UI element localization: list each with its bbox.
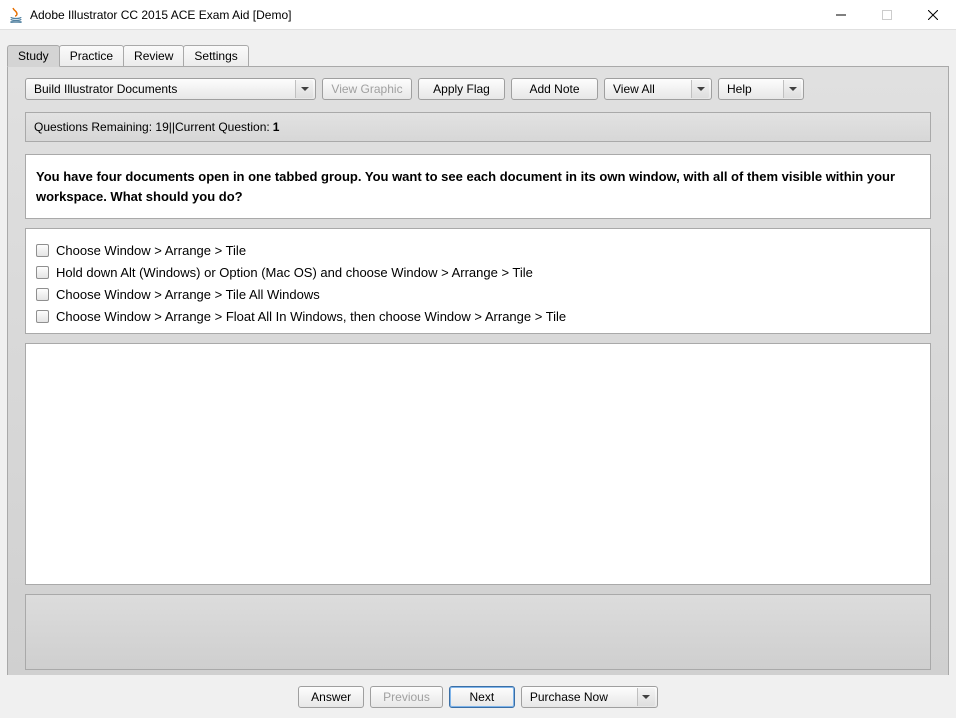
help-value: Help — [727, 82, 752, 96]
minimize-button[interactable] — [818, 0, 864, 30]
window-title: Adobe Illustrator CC 2015 ACE Exam Aid [… — [30, 8, 818, 22]
answer-label: Choose Window > Arrange > Tile — [56, 243, 246, 258]
current-value: 1 — [273, 120, 280, 134]
chevron-down-icon — [783, 80, 801, 98]
checkbox-icon[interactable] — [36, 310, 49, 323]
answer-label: Choose Window > Arrange > Tile All Windo… — [56, 287, 320, 302]
tab-review[interactable]: Review — [123, 45, 184, 66]
checkbox-icon[interactable] — [36, 288, 49, 301]
previous-button: Previous — [370, 686, 443, 708]
apply-flag-button[interactable]: Apply Flag — [418, 78, 505, 100]
view-graphic-button: View Graphic — [322, 78, 412, 100]
remaining-value: 19 — [155, 120, 168, 134]
title-bar: Adobe Illustrator CC 2015 ACE Exam Aid [… — [0, 0, 956, 30]
status-strip: Questions Remaining: 19 || Current Quest… — [25, 112, 931, 142]
answer-option[interactable]: Choose Window > Arrange > Float All In W… — [36, 305, 920, 327]
answers-box: Choose Window > Arrange > Tile Hold down… — [25, 228, 931, 334]
topic-dropdown[interactable]: Build Illustrator Documents — [25, 78, 316, 100]
next-button[interactable]: Next — [449, 686, 515, 708]
notes-panel — [25, 594, 931, 670]
chevron-down-icon — [295, 80, 313, 98]
tab-study[interactable]: Study — [7, 45, 60, 67]
answer-option[interactable]: Choose Window > Arrange > Tile All Windo… — [36, 283, 920, 305]
bottom-bar: Answer Previous Next Purchase Now — [0, 675, 956, 718]
maximize-button — [864, 0, 910, 30]
chevron-down-icon — [637, 688, 655, 706]
answer-label: Choose Window > Arrange > Float All In W… — [56, 309, 566, 324]
checkbox-icon[interactable] — [36, 244, 49, 257]
answer-option[interactable]: Choose Window > Arrange > Tile — [36, 239, 920, 261]
answer-label: Hold down Alt (Windows) or Option (Mac O… — [56, 265, 533, 280]
answer-option[interactable]: Hold down Alt (Windows) or Option (Mac O… — [36, 261, 920, 283]
question-text: You have four documents open in one tabb… — [25, 154, 931, 219]
tab-strip: Study Practice Review Settings — [7, 45, 949, 66]
view-filter-dropdown[interactable]: View All — [604, 78, 712, 100]
remaining-label: Questions Remaining: — [34, 120, 152, 134]
answer-button[interactable]: Answer — [298, 686, 364, 708]
view-filter-value: View All — [613, 82, 655, 96]
tab-practice[interactable]: Practice — [59, 45, 124, 66]
purchase-value: Purchase Now — [530, 690, 608, 704]
toolbar: Build Illustrator Documents View Graphic… — [25, 78, 931, 100]
purchase-dropdown[interactable]: Purchase Now — [521, 686, 658, 708]
client-area: Study Practice Review Settings Build Ill… — [0, 30, 956, 718]
close-button[interactable] — [910, 0, 956, 30]
explanation-panel — [25, 343, 931, 585]
current-label: Current Question: — [175, 120, 270, 134]
topic-value: Build Illustrator Documents — [34, 82, 177, 96]
checkbox-icon[interactable] — [36, 266, 49, 279]
java-icon — [8, 7, 24, 23]
add-note-button[interactable]: Add Note — [511, 78, 598, 100]
help-dropdown[interactable]: Help — [718, 78, 804, 100]
tab-settings[interactable]: Settings — [183, 45, 248, 66]
study-panel: Build Illustrator Documents View Graphic… — [7, 66, 949, 684]
chevron-down-icon — [691, 80, 709, 98]
